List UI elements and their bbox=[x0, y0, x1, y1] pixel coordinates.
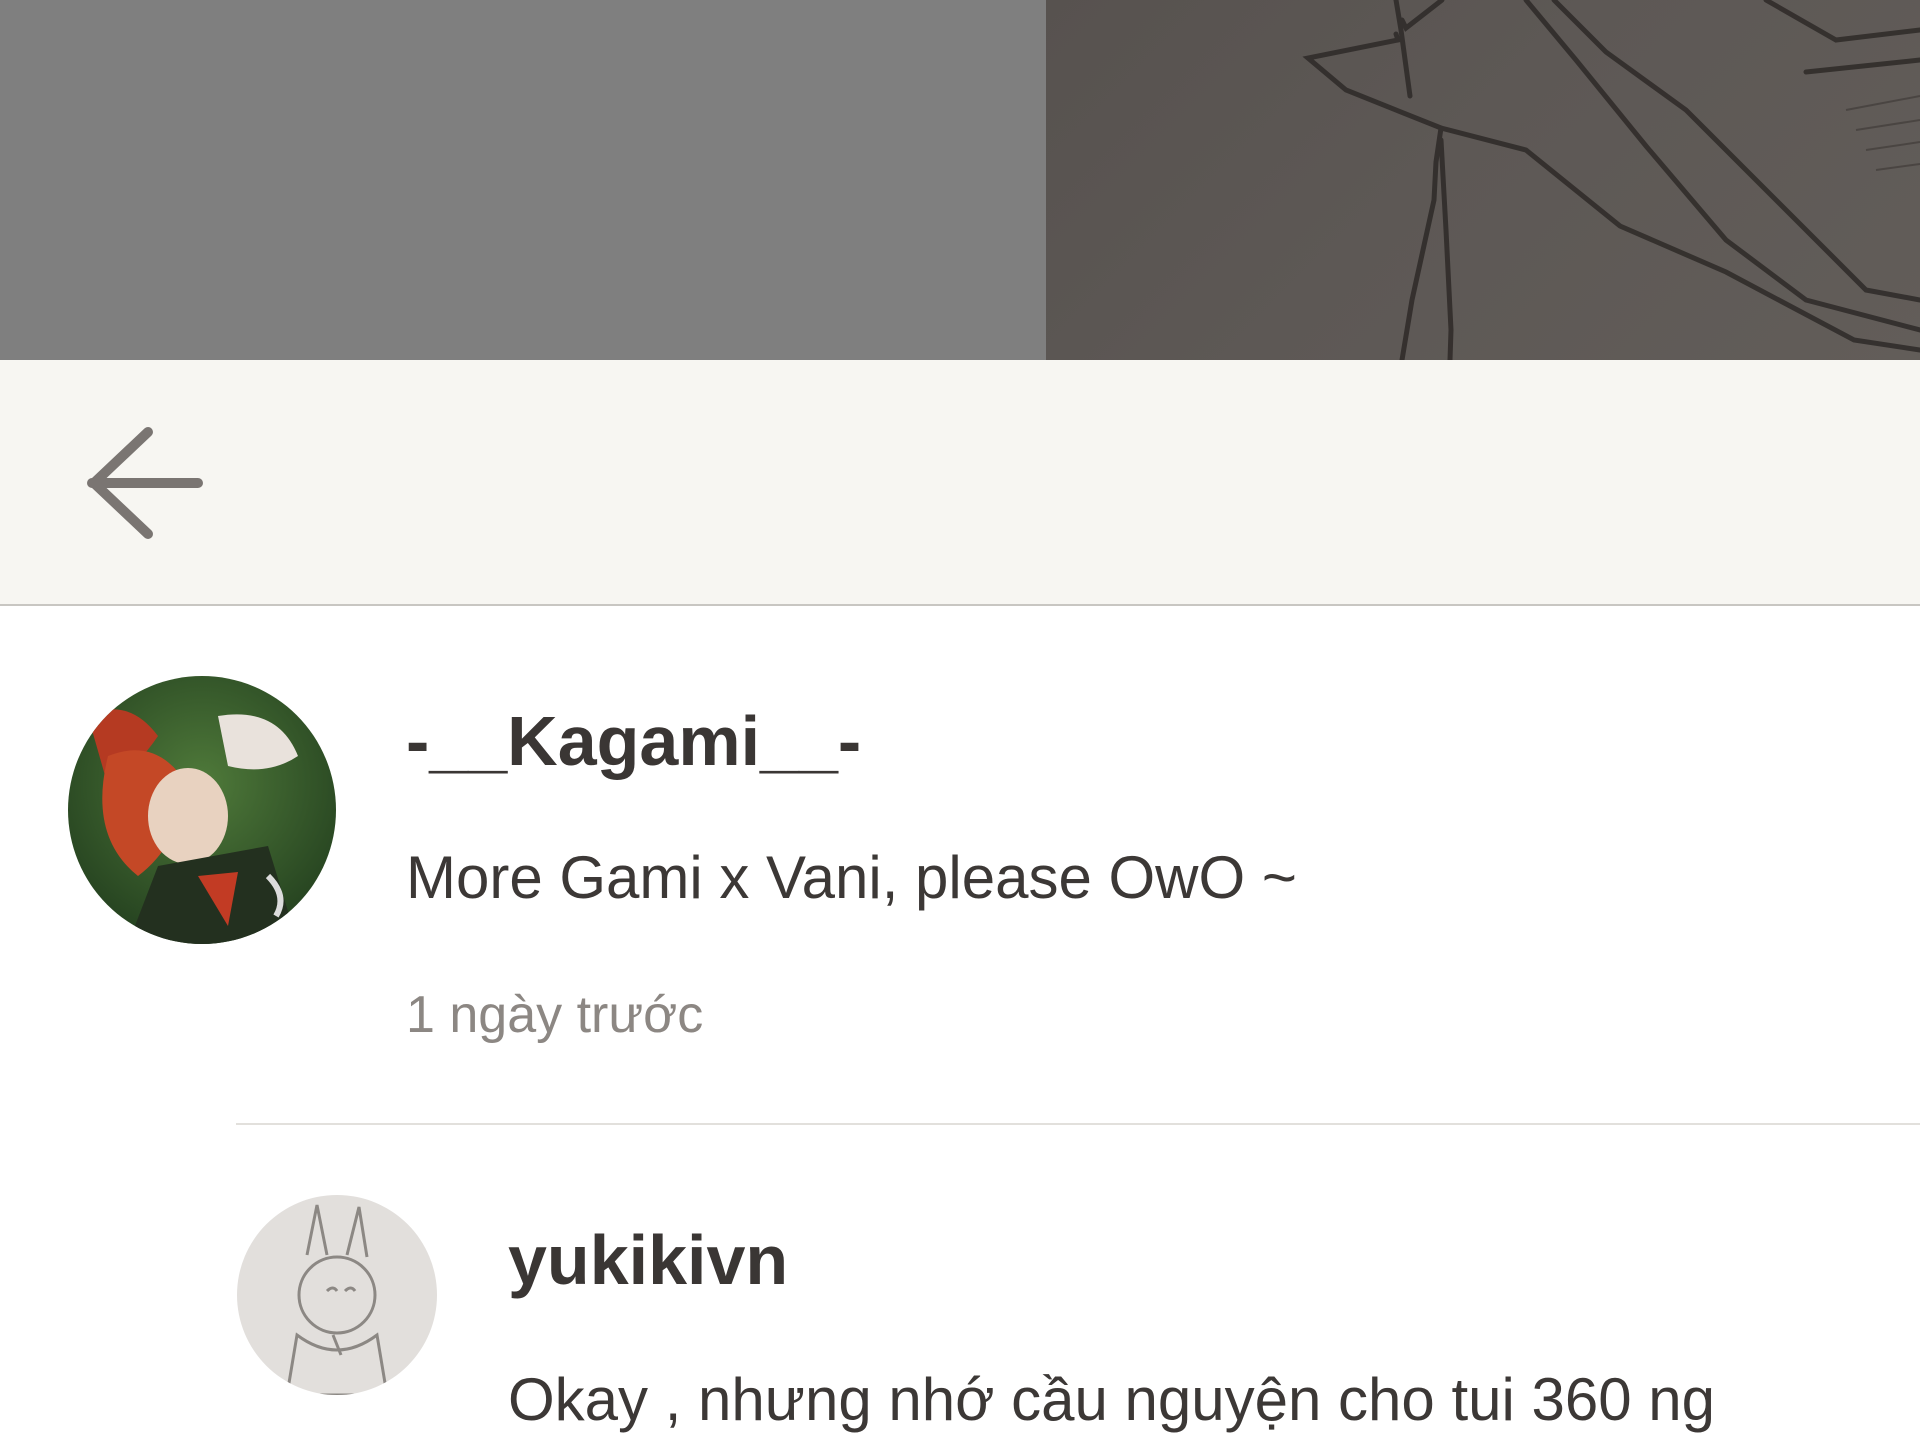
comment-author[interactable]: -__Kagami__- bbox=[406, 696, 861, 786]
comment-author[interactable]: yukikivn bbox=[508, 1215, 788, 1305]
avatar[interactable] bbox=[237, 1195, 437, 1395]
comment-timestamp: 1 ngày trước bbox=[406, 986, 704, 1044]
back-button[interactable] bbox=[70, 412, 220, 562]
reply-item: yukikivn Okay , nhưng nhớ cầu nguyện cho… bbox=[0, 1125, 1920, 1440]
comment-text: More Gami x Vani, please OwO ~ bbox=[406, 844, 1297, 911]
story-cover-banner bbox=[0, 0, 1920, 360]
comment-thread-screen: -__Kagami__- More Gami x Vani, please Ow… bbox=[0, 0, 1920, 1440]
comment-text: Okay , nhưng nhớ cầu nguyện cho tui 360 … bbox=[508, 1366, 1716, 1433]
arrow-left-icon bbox=[80, 420, 210, 554]
avatar[interactable] bbox=[68, 676, 336, 944]
comment-item: -__Kagami__- More Gami x Vani, please Ow… bbox=[0, 606, 1920, 1126]
cover-sketch-image bbox=[1046, 0, 1920, 360]
top-app-bar bbox=[0, 360, 1920, 606]
